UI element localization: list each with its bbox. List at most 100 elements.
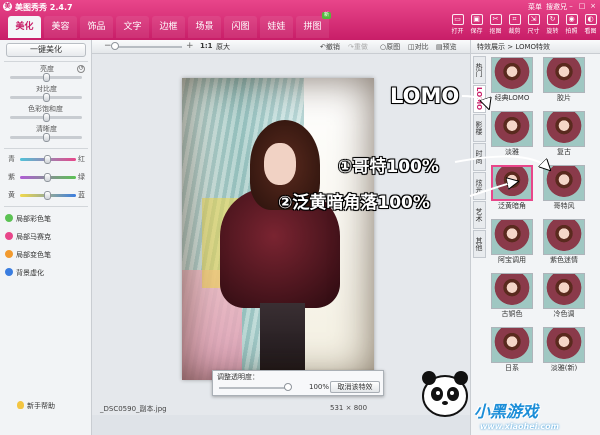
canvas-toolbar: − + 1:1 原大 ↶撤销 ↷重做 ○原图 ◫对比 ▤预览	[92, 40, 470, 54]
local-color-pen-button[interactable]: 局部彩色笔	[5, 214, 51, 224]
effect-thumb[interactable]: 哥特风	[543, 165, 585, 211]
tab-other[interactable]: 其他	[473, 230, 486, 258]
effects-breadcrumb: 特效展示 > LOMO特效	[471, 40, 600, 54]
effect-thumb[interactable]: 古铜色	[491, 273, 533, 319]
view-icon: ◐	[584, 14, 597, 25]
cutout-button[interactable]: ✂ 抠图	[486, 12, 505, 40]
green-label: 绿	[78, 173, 85, 181]
slider-knob[interactable]	[43, 133, 50, 142]
purple-green-slider[interactable]	[20, 173, 76, 182]
tab-doll[interactable]: 娃娃	[260, 16, 293, 38]
watermark-url: www.xiaohei.com	[480, 422, 559, 431]
cyan-red-slider[interactable]	[20, 155, 76, 164]
slider-knob[interactable]	[44, 155, 51, 164]
camera-button[interactable]: ◉ 拍照	[562, 12, 581, 40]
tab-glow[interactable]: 炫光	[473, 172, 486, 200]
opacity-slider[interactable]	[219, 383, 292, 391]
rotate-button[interactable]: ↻ 旋转	[543, 12, 562, 40]
background-blur-button[interactable]: 背景虚化	[5, 268, 44, 278]
tab-lomo[interactable]: LOMO	[473, 85, 486, 113]
main-tabs: 美化 美容 饰品 文字 边框 场景 闪图 娃娃 拼图 新	[8, 12, 332, 38]
tab-flash[interactable]: 闪图	[224, 16, 257, 38]
saturation-slider[interactable]	[10, 113, 82, 122]
zoom-in-icon[interactable]: +	[186, 41, 194, 51]
effect-thumb[interactable]: 经典LOMO	[491, 57, 533, 103]
save-button[interactable]: ▣ 保存	[467, 12, 486, 40]
view-button[interactable]: ◐ 看图	[581, 12, 600, 40]
reset-icon[interactable]: ↺	[77, 65, 85, 73]
tab-makeup[interactable]: 美容	[44, 16, 77, 38]
local-mosaic-button[interactable]: 局部马赛克	[5, 232, 51, 242]
one-key-beautify-button[interactable]: 一键美化	[6, 43, 86, 57]
opacity-title: 调整透明度：	[217, 373, 259, 381]
tab-text[interactable]: 文字	[116, 16, 149, 38]
effect-thumb[interactable]: 紫色迷情	[543, 219, 585, 265]
effect-thumb[interactable]: 冷色调	[543, 273, 585, 319]
image-height: 800	[353, 404, 368, 412]
adjust-panel: 一键美化 ↺ 亮度 对比度 色彩饱和度 清晰度 青 红 紫 绿 黄 蓝 局部彩色…	[0, 40, 92, 435]
status-bar: _DSC0590_副本.jpg 531 × 800	[92, 400, 470, 415]
zoom-knob[interactable]	[111, 42, 119, 50]
slider-knob[interactable]	[43, 93, 50, 102]
tab-fashion[interactable]: 时尚	[473, 143, 486, 171]
new-badge: 新	[321, 12, 331, 19]
redo-button[interactable]: ↷重做	[348, 42, 368, 52]
local-recolor-pen-button[interactable]: 局部变色笔	[5, 250, 51, 260]
rotate-icon: ↻	[546, 14, 559, 25]
close-icon[interactable]: ×	[588, 1, 598, 11]
opacity-knob[interactable]	[284, 383, 292, 391]
effect-thumb[interactable]: 复古	[543, 111, 585, 157]
tab-frame[interactable]: 边框	[152, 16, 185, 38]
red-label: 红	[78, 155, 85, 163]
slider-knob[interactable]	[43, 73, 50, 82]
effects-panel: 特效展示 > LOMO特效 热门 LOMO 影楼 时尚 炫光 艺术 其他 经典L…	[470, 40, 600, 435]
purple-label: 紫	[8, 173, 15, 181]
effect-thumb[interactable]: 淡雅	[491, 111, 533, 157]
undo-button[interactable]: ↶撤销	[320, 42, 340, 52]
resize-button[interactable]: ⇲ 尺寸	[524, 12, 543, 40]
open-button[interactable]: ▭ 打开	[448, 12, 467, 40]
user-link[interactable]: 搜邀兄	[546, 2, 567, 12]
divider	[4, 61, 88, 62]
dimension-separator: ×	[345, 404, 352, 412]
slider-knob[interactable]	[43, 113, 50, 122]
minimize-icon[interactable]: –	[566, 1, 576, 11]
tab-art[interactable]: 艺术	[473, 201, 486, 229]
yellow-blue-slider[interactable]	[20, 191, 76, 200]
beginner-help-link[interactable]: 新手帮助	[27, 401, 55, 411]
original-image-button[interactable]: ○原图	[380, 42, 400, 52]
watermark-brand: 小黑游戏	[474, 402, 539, 421]
cancel-effect-button[interactable]: 取消该特效	[330, 381, 380, 393]
sharpness-slider[interactable]	[10, 133, 82, 142]
tab-hot[interactable]: 热门	[473, 56, 486, 84]
tab-beautify[interactable]: 美化	[8, 16, 41, 38]
original-size-button[interactable]: 原大	[216, 42, 230, 52]
color-pen-icon	[5, 214, 13, 222]
brightness-slider[interactable]	[10, 73, 82, 82]
zoom-slider[interactable]	[111, 42, 182, 50]
tab-scene[interactable]: 场景	[188, 16, 221, 38]
slider-knob[interactable]	[44, 191, 51, 200]
image-width: 531	[330, 404, 344, 412]
maximize-icon[interactable]: □	[577, 1, 587, 11]
yellow-label: 黄	[8, 191, 15, 199]
main-toolbar: ▭ 打开 ▣ 保存 ✂ 抠图 ⌗ 裁剪 ⇲ 尺寸 ↻ 旋转 ◉ 拍照 ◐ 看图	[448, 12, 600, 40]
tab-collage[interactable]: 拼图 新	[296, 12, 331, 38]
app-logo-icon: 美	[3, 2, 12, 11]
contrast-slider[interactable]	[10, 93, 82, 102]
crop-button[interactable]: ⌗ 裁剪	[505, 12, 524, 40]
tab-accessories[interactable]: 饰品	[80, 16, 113, 38]
compare-button[interactable]: ◫对比	[408, 42, 429, 52]
camera-icon: ◉	[565, 14, 578, 25]
lightbulb-icon	[17, 401, 24, 409]
effect-thumb[interactable]: 日系	[491, 327, 533, 373]
menu-link[interactable]: 菜单	[528, 2, 542, 12]
save-icon: ▣	[470, 14, 483, 25]
preview-button[interactable]: ▤预览	[436, 42, 457, 52]
tab-studio[interactable]: 影楼	[473, 114, 486, 142]
slider-knob[interactable]	[44, 173, 51, 182]
effect-thumb[interactable]: 淡雅(新)	[543, 327, 585, 373]
effect-thumb[interactable]: 阿宝调用	[491, 219, 533, 265]
effect-thumb-selected[interactable]: 泛黄暗角	[491, 165, 533, 211]
effect-thumb[interactable]: 胶片	[543, 57, 585, 103]
